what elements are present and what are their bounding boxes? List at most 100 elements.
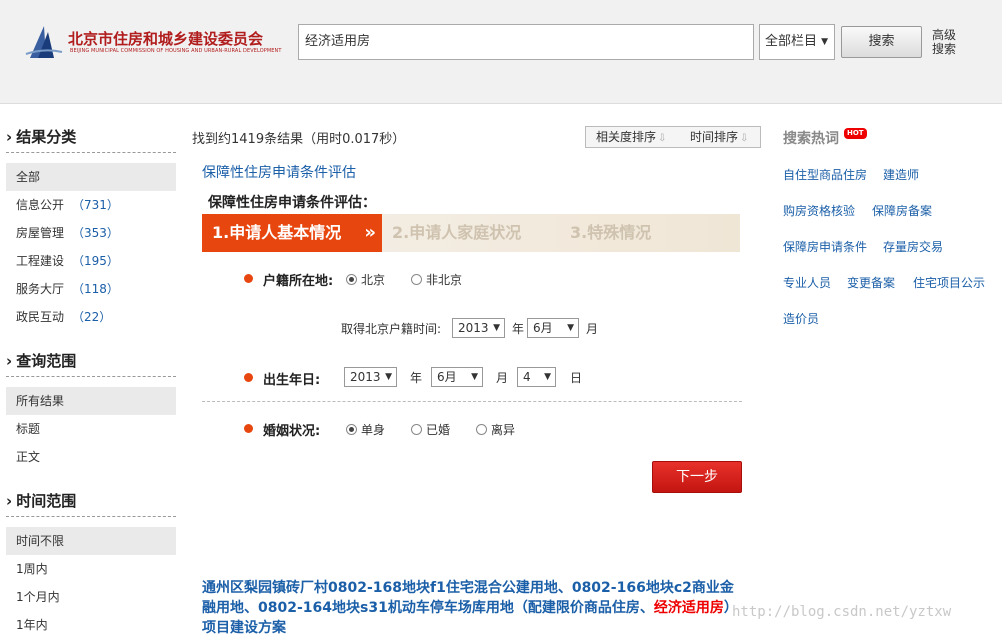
residence-label: 户籍所在地: xyxy=(263,274,334,289)
hot-search-link[interactable]: 存量房交易 xyxy=(883,238,943,255)
sort-time-label: 时间排序 xyxy=(690,130,739,144)
double-chevron-right-icon: » xyxy=(364,222,376,243)
chevron-down-icon: ▼ xyxy=(385,372,392,382)
time-item[interactable]: 1个月内 xyxy=(6,583,176,611)
year-unit: 年 xyxy=(410,371,423,385)
step-progress: 1.申请人基本情况 » 2.申请人家庭状况 3.特殊情况 xyxy=(202,214,740,252)
residence-radio-other[interactable]: 非北京 xyxy=(411,271,462,288)
bullet-icon xyxy=(244,424,253,433)
radio-label: 已婚 xyxy=(426,423,451,437)
hot-search-link[interactable]: 建造师 xyxy=(883,166,919,183)
radio-label: 单身 xyxy=(361,423,386,437)
scope-item[interactable]: 正文 xyxy=(6,443,176,471)
eval-heading: 保障性住房申请条件评估： xyxy=(208,195,376,211)
category-item[interactable]: 工程建设 （195） xyxy=(6,247,176,275)
radio-checked-icon xyxy=(346,274,357,285)
sort-relevance-button[interactable]: 相关度排序 ⇩ xyxy=(596,127,666,147)
chevron-down-icon: ▼ xyxy=(544,372,551,382)
divider xyxy=(6,516,176,517)
logo-emblem-icon xyxy=(25,26,63,58)
hot-search-link[interactable]: 变更备案 xyxy=(847,274,895,291)
sort-controls: 相关度排序 ⇩ 时间排序 ⇩ xyxy=(585,126,761,148)
arrow-down-icon: ⇩ xyxy=(658,133,667,144)
step-1-label: 1.申请人基本情况 xyxy=(212,223,342,242)
step-1-active: 1.申请人基本情况 » xyxy=(202,214,382,252)
category-item-all[interactable]: 全部 xyxy=(6,163,176,191)
site-logo[interactable]: 北京市住房和城乡建设委员会 BEIJING MUNICIPAL COMMISSI… xyxy=(24,22,294,64)
divider xyxy=(6,376,176,377)
marriage-radio-divorced[interactable]: 离异 xyxy=(476,421,515,438)
radio-label: 离异 xyxy=(491,423,516,437)
residence-month-select[interactable]: 6月 ▼ xyxy=(527,318,579,338)
year-unit: 年 xyxy=(512,322,525,336)
scope-heading: 查询范围 xyxy=(6,350,76,371)
radio-unchecked-icon xyxy=(476,424,487,435)
hot-search-link[interactable]: 保障房申请条件 xyxy=(783,238,867,255)
next-step-button[interactable]: 下一步 xyxy=(652,461,742,493)
radio-label: 非北京 xyxy=(426,273,463,287)
category-item[interactable]: 房屋管理 （353） xyxy=(6,219,176,247)
category-item[interactable]: 信息公开 （731） xyxy=(6,191,176,219)
category-label: 服务大厅 xyxy=(16,282,65,296)
hot-search-link[interactable]: 住宅项目公示 xyxy=(913,274,985,291)
hot-badge: HOT xyxy=(844,128,867,139)
marriage-radio-married[interactable]: 已婚 xyxy=(411,421,450,438)
scope-select[interactable]: 全部栏目 ▼ xyxy=(759,24,835,60)
result-highlight: 经济适用房 xyxy=(653,600,724,616)
select-value: 6月 xyxy=(533,321,553,335)
step-3: 3.特殊情况 xyxy=(570,223,652,242)
result-title-link[interactable]: 通州区梨园镇砖厂村0802-168地块f1住宅混合公建用地、0802-166地块… xyxy=(202,578,742,638)
hot-search-link[interactable]: 造价员 xyxy=(783,310,819,327)
day-unit: 日 xyxy=(570,371,583,385)
hot-search-link[interactable]: 保障房备案 xyxy=(872,202,932,219)
category-label: 工程建设 xyxy=(16,254,65,268)
select-value: 2013 xyxy=(350,370,381,384)
sort-relevance-label: 相关度排序 xyxy=(596,130,657,144)
search-button[interactable]: 搜索 xyxy=(841,26,922,58)
radio-unchecked-icon xyxy=(411,424,422,435)
category-heading: 结果分类 xyxy=(6,126,76,147)
hot-searches-heading: 搜索热词 xyxy=(783,131,839,147)
category-label: 全部 xyxy=(16,170,41,184)
chevron-down-icon: ▼ xyxy=(471,372,478,382)
bullet-icon xyxy=(244,274,253,283)
select-value: 4 xyxy=(523,370,531,384)
time-item[interactable]: 1年内 xyxy=(6,611,176,639)
residence-time-label: 取得北京户籍时间: xyxy=(341,322,442,336)
category-item[interactable]: 政民互动 （22） xyxy=(6,303,176,331)
sort-time-button[interactable]: 时间排序 ⇩ xyxy=(690,127,748,147)
result-title-link[interactable]: 保障性住房申请条件评估 xyxy=(202,162,356,182)
residence-year-select[interactable]: 2013 ▼ xyxy=(452,318,505,338)
birth-year-select[interactable]: 2013 ▼ xyxy=(344,367,397,387)
category-count: （118） xyxy=(72,282,119,296)
hot-search-link[interactable]: 购房资格核验 xyxy=(783,202,855,219)
category-label: 信息公开 xyxy=(16,198,65,212)
birth-month-select[interactable]: 6月 ▼ xyxy=(431,367,483,387)
radio-label: 北京 xyxy=(361,273,386,287)
select-value: 6月 xyxy=(437,370,457,384)
birth-day-select[interactable]: 4 ▼ xyxy=(517,367,556,387)
divider xyxy=(202,401,742,402)
hot-search-link[interactable]: 专业人员 xyxy=(783,274,831,291)
scope-item[interactable]: 标题 xyxy=(6,415,176,443)
search-input[interactable]: 经济适用房 xyxy=(298,24,754,60)
category-label: 房屋管理 xyxy=(16,226,65,240)
radio-checked-icon xyxy=(346,424,357,435)
advanced-search-link[interactable]: 高级搜索 xyxy=(932,28,958,56)
scope-item[interactable]: 所有结果 xyxy=(6,387,176,415)
logo-title: 北京市住房和城乡建设委员会 xyxy=(68,30,264,48)
category-item[interactable]: 服务大厅 （118） xyxy=(6,275,176,303)
logo-subtitle: BEIJING MUNICIPAL COMMISSION OF HOUSING … xyxy=(70,48,282,54)
time-item[interactable]: 1周内 xyxy=(6,555,176,583)
hot-search-link[interactable]: 自住型商品住房 xyxy=(783,166,867,183)
marriage-label: 婚姻状况: xyxy=(263,424,321,439)
watermark: http://blog.csdn.net/yztxw xyxy=(732,604,952,620)
category-count: （353） xyxy=(72,226,119,240)
time-item[interactable]: 时间不限 xyxy=(6,527,176,555)
residence-radio-beijing[interactable]: 北京 xyxy=(346,271,385,288)
divider xyxy=(6,152,176,153)
site-header: 北京市住房和城乡建设委员会 BEIJING MUNICIPAL COMMISSI… xyxy=(0,0,1002,104)
category-count: （22） xyxy=(72,310,112,324)
marriage-radio-single[interactable]: 单身 xyxy=(346,421,385,438)
step-2: 2.申请人家庭状况 xyxy=(392,223,522,242)
